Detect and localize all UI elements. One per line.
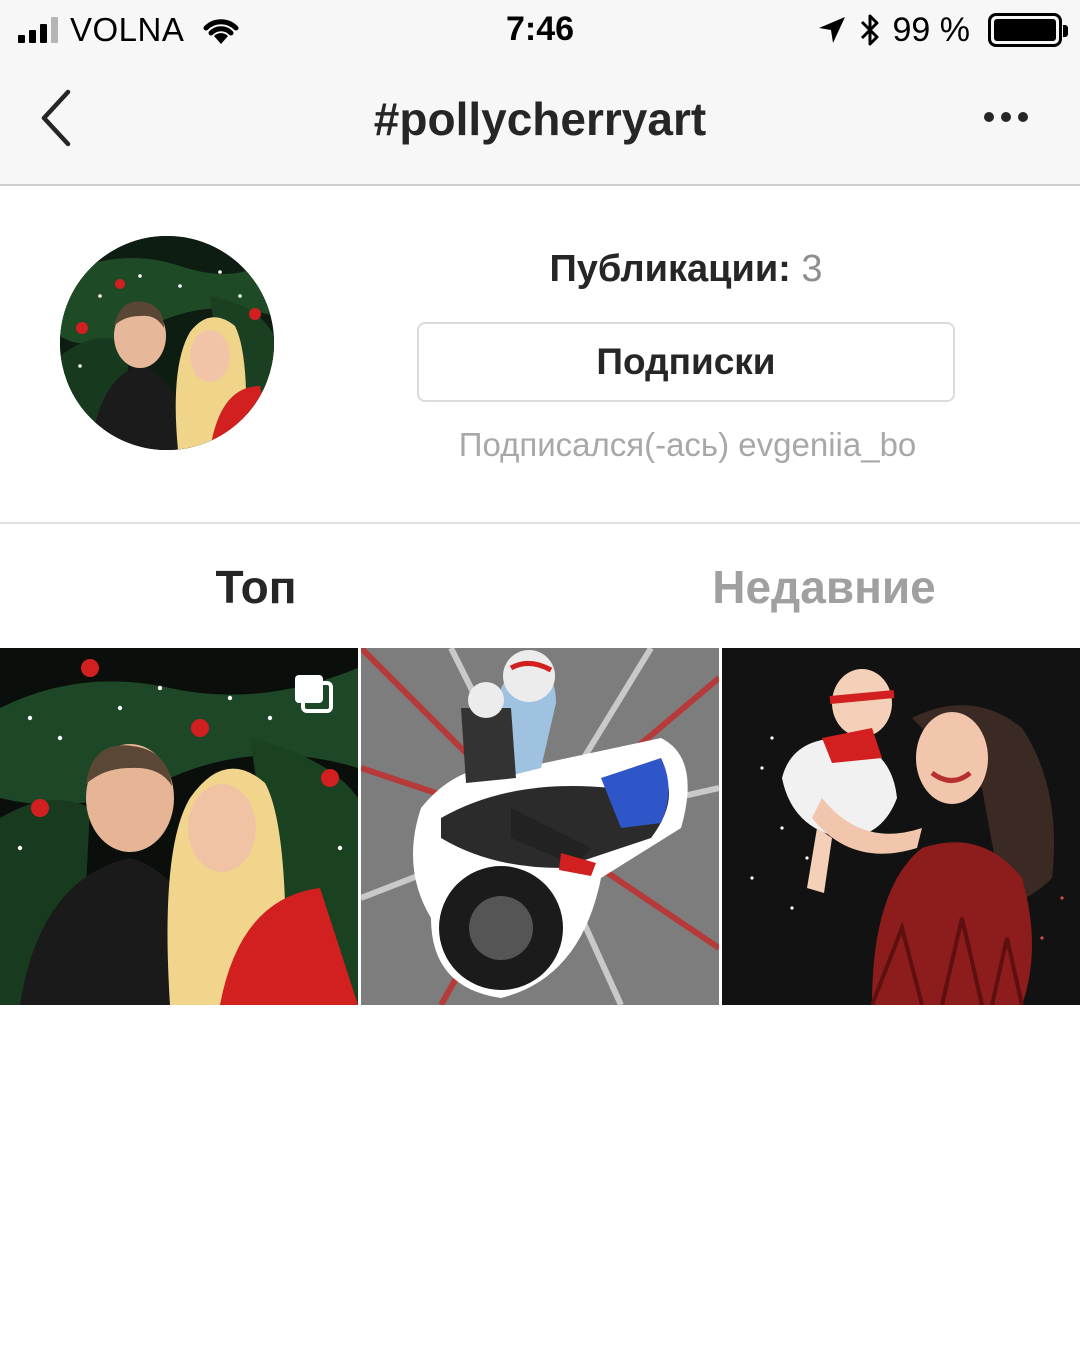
post-thumbnail[interactable] (0, 648, 358, 1005)
status-bar: VOLNA 7:46 99 % (0, 0, 1080, 62)
post-grid (0, 648, 1080, 1005)
more-dot-icon (984, 112, 994, 122)
avatar-image (60, 236, 274, 450)
tab-recent[interactable]: Недавние (568, 560, 1080, 614)
post-thumbnail[interactable] (722, 648, 1080, 1005)
posts-value: 3 (801, 248, 823, 290)
status-right: 99 % (817, 10, 1068, 50)
more-dot-icon (1018, 112, 1028, 122)
follow-button[interactable]: Подписки (417, 322, 955, 402)
followed-by-text[interactable]: Подписался(-ась) evgeniia_bo (400, 426, 975, 464)
hashtag-avatar[interactable] (60, 236, 274, 450)
more-dot-icon (1001, 112, 1011, 122)
post-thumbnail[interactable] (361, 648, 719, 1005)
post-image-mother-baby (722, 648, 1080, 1005)
multiple-photos-icon (295, 675, 333, 713)
posts-label: Публикации: (549, 248, 791, 290)
navigation-bar: #pollycherryart (0, 62, 1080, 186)
location-arrow-icon (818, 17, 845, 43)
posts-count: Публикации: 3 (416, 248, 956, 291)
header-divider (0, 522, 1080, 524)
battery-icon (988, 13, 1068, 47)
bluetooth-icon (860, 14, 878, 46)
page-title: #pollycherryart (373, 93, 707, 145)
tab-top[interactable]: Топ (0, 560, 512, 614)
more-options-button[interactable] (984, 112, 1028, 122)
post-image-motorcycle (361, 648, 719, 1005)
battery-percentage: 99 % (892, 10, 971, 49)
